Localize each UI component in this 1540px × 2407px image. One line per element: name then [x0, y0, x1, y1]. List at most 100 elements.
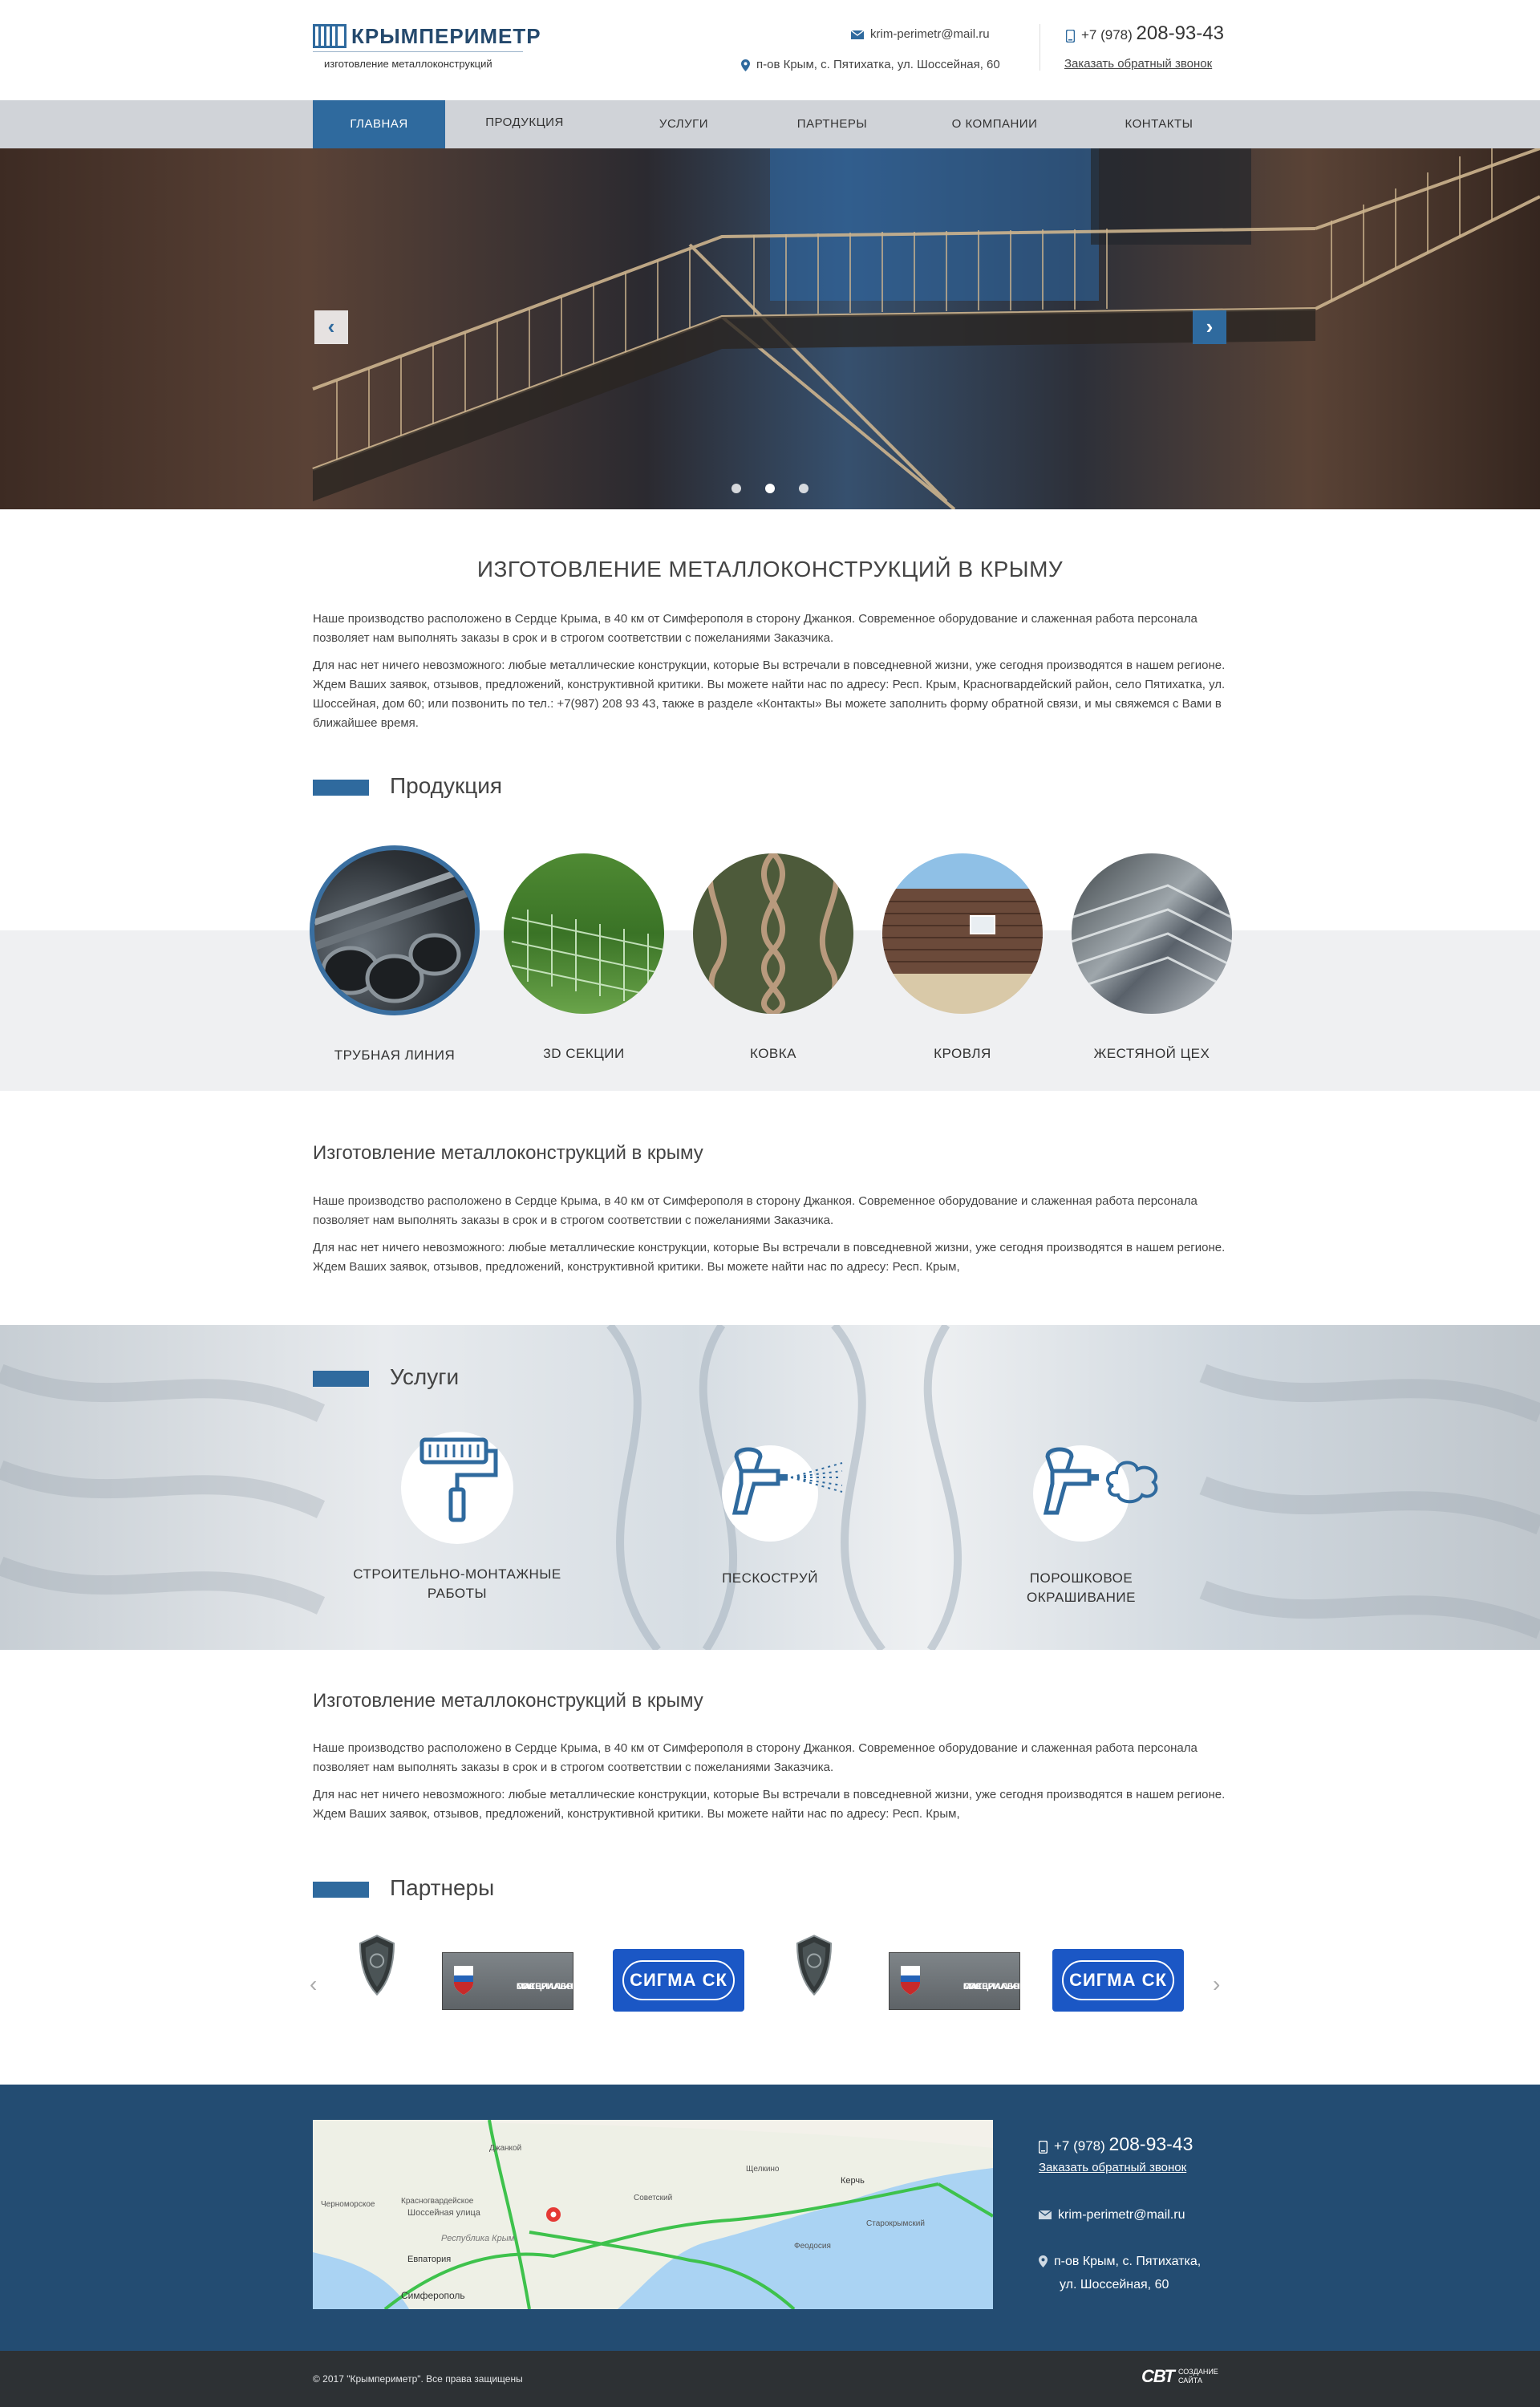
mobile-phone-icon: [1066, 29, 1075, 43]
services-heading-title: Услуги: [390, 1364, 460, 1389]
map-label-sovetsky: Советский: [634, 2194, 673, 2202]
service-construction[interactable]: СТРОИТЕЛЬНО-МОНТАЖНЫЕ РАБОТЫ: [337, 1432, 578, 1603]
map-label-chernomorskoe: Черноморское: [321, 2200, 375, 2209]
product-tin-shop[interactable]: ЖЕСТЯНОЙ ЦЕХ: [1064, 853, 1240, 1062]
mail-icon: [851, 30, 864, 39]
product-label: 3D СЕКЦИИ: [543, 1046, 625, 1061]
block3-title: Изготовление металлоконструкций в крыму: [313, 1690, 703, 1712]
service-label: ПОРОШКОВОЕ ОКРАШИВАНИЕ: [961, 1569, 1202, 1607]
nav-item-partners[interactable]: ПАРТНЕРЫ: [778, 100, 886, 148]
hero-slider: ‹ ›: [0, 148, 1540, 509]
nav-item-contacts[interactable]: КОНТАКТЫ: [1107, 100, 1211, 148]
footer-address-line-2: ул. Шоссейная, 60: [1060, 2278, 1169, 2292]
map-label-simferopol: Симферополь: [401, 2290, 465, 2301]
product-pipe-image: [310, 845, 480, 1015]
header-phone-number: 208-93-43: [1136, 22, 1224, 44]
service-label-line-2: РАБОТЫ: [427, 1586, 488, 1601]
footer-callback-link[interactable]: Заказать обратный звонок: [1039, 2161, 1186, 2174]
header-address-text: п-ов Крым, с. Пятихатка, ул. Шоссейная, …: [756, 58, 1000, 71]
service-construction-circle: [401, 1432, 513, 1544]
intro-paragraph-1: Наше производство расположено в Сердце К…: [313, 612, 1198, 645]
partner-logo-gos-2[interactable]: гос специальных материалов: [889, 1952, 1035, 2010]
service-label-line-1: СТРОИТЕЛЬНО-МОНТАЖНЫЕ: [353, 1566, 561, 1582]
partners-next-arrow[interactable]: ›: [1213, 1971, 1220, 1997]
header-address: п-ов Крым, с. Пятихатка, ул. Шоссейная, …: [741, 58, 1000, 71]
service-label-line-1: ПЕСКОСТРУЙ: [722, 1570, 818, 1586]
footer-phone-number: 208-93-43: [1108, 2133, 1194, 2154]
hero-staircase-image: [0, 148, 1540, 509]
header-callback-link[interactable]: Заказать обратный звонок: [1064, 57, 1212, 71]
block2-title: Изготовление металлоконструкций в крыму: [313, 1142, 703, 1164]
product-roofing-image: [882, 853, 1043, 1014]
slider-dot-1[interactable]: [732, 484, 741, 493]
product-3d-sections[interactable]: 3D СЕКЦИИ: [496, 853, 672, 1062]
service-powder-coating-circle: [1033, 1445, 1158, 1542]
location-pin-icon: [1039, 2255, 1048, 2268]
nav-item-services[interactable]: УСЛУГИ: [634, 100, 734, 148]
developer-logo-mark: СВТ: [1141, 2366, 1175, 2386]
service-powder-coating[interactable]: ПОРОШКОВОЕ ОКРАШИВАНИЕ: [961, 1445, 1202, 1607]
slider-dot-3[interactable]: [799, 484, 808, 493]
service-label-line-1: ПОРОШКОВОЕ: [1029, 1570, 1133, 1586]
nav-item-home[interactable]: ГЛАВНАЯ: [313, 100, 445, 148]
map-label-feodosiya: Феодосия: [794, 2242, 831, 2251]
footer-email-text: krim-perimetr@mail.ru: [1058, 2208, 1185, 2222]
flag-shield-icon: [901, 1966, 920, 1995]
product-3d-sections-image: [504, 853, 664, 1014]
sandblast-gun-icon: [732, 1447, 843, 1515]
logo[interactable]: КРЫМПЕРИМЕТР изготовление металлоконстру…: [313, 22, 541, 72]
header-phone-prefix: +7 (978): [1081, 27, 1133, 43]
service-sandblasting-circle: [722, 1445, 843, 1542]
footer-address-text-1: п-ов Крым, с. Пятихатка,: [1054, 2255, 1202, 2268]
map-label-shchelkino: Щелкино: [746, 2165, 780, 2174]
services-heading-bar: [313, 1371, 369, 1387]
partners-heading-bar: [313, 1882, 369, 1898]
logo-fence-icon: [313, 24, 346, 48]
header-phone[interactable]: +7 (978) 208-93-43: [1066, 22, 1224, 45]
nav-item-about[interactable]: О КОМПАНИИ: [930, 100, 1059, 148]
header-email[interactable]: krim-perimetr@mail.ru: [851, 27, 990, 41]
map-label-dzhankoy: Джанкой: [489, 2144, 522, 2153]
service-label: ПЕСКОСТРУЙ: [650, 1569, 890, 1588]
footer-phone[interactable]: +7 (978) 208-93-43: [1039, 2133, 1193, 2155]
nav-item-products[interactable]: ПРОДУКЦИЯ: [476, 100, 573, 148]
partners-prev-arrow[interactable]: ‹: [310, 1971, 317, 1997]
slider-prev-button[interactable]: ‹: [314, 310, 348, 344]
map-label-krasnogvardeyskoe: Красногвардейское: [401, 2197, 474, 2206]
developer-text-1: СОЗДАНИЕ: [1178, 2368, 1218, 2376]
partner-logo-gos-1[interactable]: гос специальных материалов: [442, 1952, 588, 2010]
products-heading-bar: [313, 780, 369, 796]
footer-email[interactable]: krim-perimetr@mail.ru: [1039, 2208, 1185, 2223]
copyright-text: © 2017 "Крымпериметр". Все права защищен…: [313, 2373, 523, 2385]
map[interactable]: Симферополь Шоссейная улица Красногварде…: [313, 2120, 993, 2309]
map-label-kerch: Керчь: [841, 2176, 865, 2186]
partner-logo-sigma-2[interactable]: СИГМА СК: [1052, 1949, 1184, 2012]
copyright-bar: [0, 2351, 1540, 2407]
service-label-line-2: ОКРАШИВАНИЕ: [1027, 1590, 1136, 1605]
block2-paragraph-2: Для нас нет ничего невозможного: любые м…: [313, 1241, 1226, 1274]
product-label: КРОВЛЯ: [934, 1046, 991, 1061]
developer-logo-text: СОЗДАНИЕ САЙТА: [1178, 2368, 1218, 2385]
product-label: ТРУБНАЯ ЛИНИЯ: [334, 1047, 456, 1063]
partner-gos-text-3: материалов: [517, 1982, 580, 1992]
product-label: КОВКА: [749, 1046, 796, 1061]
service-sandblasting[interactable]: ПЕСКОСТРУЙ: [650, 1445, 890, 1588]
partner-gos-text-3: материалов: [963, 1982, 1027, 1992]
products-heading-title: Продукция: [390, 773, 503, 798]
partner-logo-shield-2[interactable]: [786, 1935, 842, 1996]
product-roofing[interactable]: КРОВЛЯ: [874, 853, 1051, 1062]
slider-next-button[interactable]: ›: [1193, 310, 1226, 344]
page-title: ИЗГОТОВЛЕНИЕ МЕТАЛЛОКОНСТРУКЦИЙ В КРЫМУ: [476, 557, 1064, 581]
product-forging[interactable]: КОВКА: [685, 853, 861, 1062]
map-label-evpatoriya: Евпатория: [407, 2255, 452, 2264]
developer-logo[interactable]: СВТ СОЗДАНИЕ САЙТА: [1141, 2366, 1218, 2390]
product-pipe-line[interactable]: ТРУБНАЯ ЛИНИЯ: [306, 845, 483, 1064]
partner-logo-sigma-1[interactable]: СИГМА СК: [613, 1949, 744, 2012]
product-tin-shop-image: [1072, 853, 1232, 1014]
logo-name: КРЫМПЕРИМЕТР: [351, 24, 541, 48]
slider-dot-2[interactable]: [765, 484, 775, 493]
block3-paragraph-2: Для нас нет ничего невозможного: любые м…: [313, 1788, 1226, 1821]
map-label-shosseynaya: Шоссейная улица: [407, 2208, 480, 2218]
partner-logo-shield-1[interactable]: [349, 1935, 405, 1996]
page: КРЫМПЕРИМЕТР изготовление металлоконстру…: [0, 0, 1540, 2407]
